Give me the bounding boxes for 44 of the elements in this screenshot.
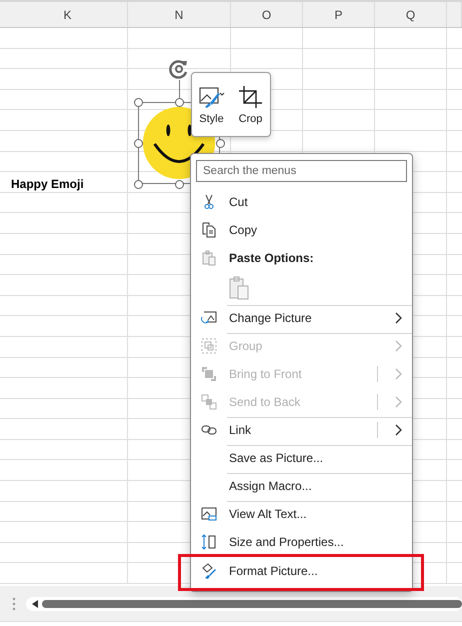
menu-item[interactable]: Size and Properties... bbox=[191, 528, 412, 556]
menu-item[interactable]: Copy bbox=[191, 216, 412, 244]
chevron-right-icon bbox=[394, 340, 402, 352]
style-button[interactable]: Style bbox=[196, 82, 226, 126]
resize-handle[interactable] bbox=[216, 139, 225, 148]
group-icon bbox=[201, 338, 217, 354]
alt-text-icon bbox=[201, 506, 217, 522]
resize-handle[interactable] bbox=[175, 98, 184, 107]
column-header[interactable]: N bbox=[128, 2, 231, 27]
table-cell: Happy Emoji bbox=[8, 172, 128, 192]
menu-item[interactable]: Change Picture bbox=[191, 304, 412, 332]
clipboard-icon bbox=[201, 250, 217, 266]
crop-icon bbox=[238, 84, 264, 108]
size-icon bbox=[201, 534, 217, 550]
menu-heading: Paste Options: bbox=[191, 244, 412, 272]
menu-item[interactable]: Link bbox=[191, 416, 412, 444]
column-header[interactable]: Q bbox=[375, 2, 447, 27]
scrollbar-thumb[interactable] bbox=[42, 600, 462, 608]
crop-button[interactable]: Crop bbox=[236, 82, 266, 126]
column-header[interactable]: P bbox=[303, 2, 375, 27]
send-to-back-icon bbox=[201, 394, 217, 410]
menu-item[interactable]: Format Picture... bbox=[191, 557, 412, 585]
search-field[interactable]: Search the menus bbox=[196, 160, 407, 182]
chevron-right-icon bbox=[394, 396, 402, 408]
picture-style-icon bbox=[198, 84, 224, 108]
chevron-right-icon bbox=[394, 424, 402, 436]
menu-item[interactable]: Cut bbox=[191, 188, 412, 216]
resize-handle[interactable] bbox=[175, 180, 184, 189]
bring-to-front-icon bbox=[201, 366, 217, 382]
chevron-right-icon bbox=[394, 368, 402, 380]
menu-item[interactable]: Assign Macro... bbox=[191, 472, 412, 500]
resize-handle[interactable] bbox=[134, 98, 143, 107]
chevron-right-icon bbox=[394, 312, 402, 324]
scroll-left-icon[interactable] bbox=[32, 600, 38, 608]
menu-item[interactable]: Save as Picture... bbox=[191, 444, 412, 472]
column-header[interactable]: O bbox=[231, 2, 303, 27]
resize-handle[interactable] bbox=[134, 139, 143, 148]
paint-brush-icon bbox=[201, 563, 217, 579]
rotate-handle-icon[interactable] bbox=[168, 58, 190, 80]
column-header[interactable]: K bbox=[8, 2, 128, 27]
menu-item[interactable]: View Alt Text... bbox=[191, 500, 412, 528]
resize-handle[interactable] bbox=[134, 180, 143, 189]
change-picture-icon bbox=[201, 310, 217, 326]
copy-icon bbox=[201, 222, 217, 238]
